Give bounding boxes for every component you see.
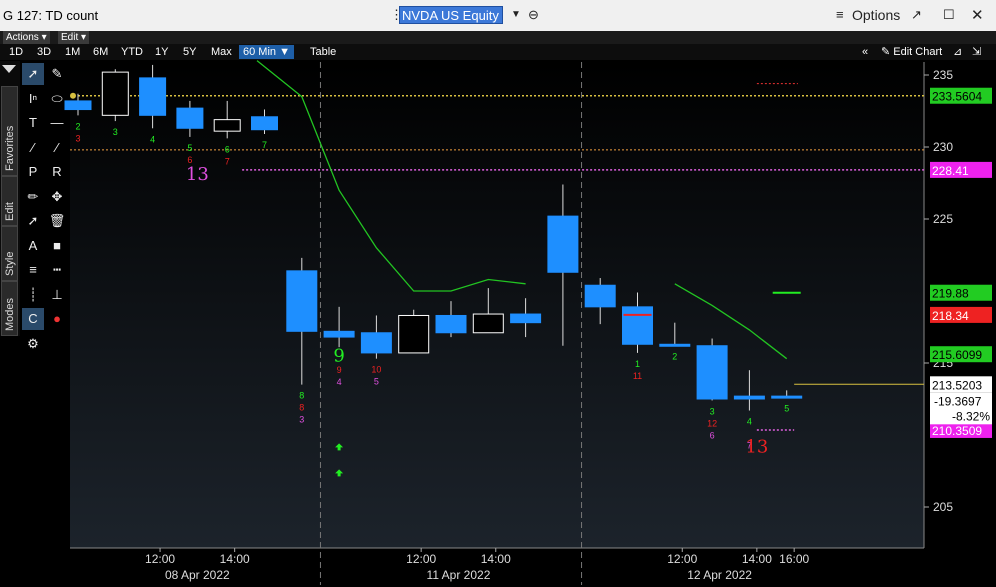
y-tick-label: 235	[933, 68, 953, 82]
x-tick-label: 16:00	[779, 552, 809, 566]
candle-body	[584, 284, 616, 308]
td-count: 10	[371, 365, 381, 375]
x-tick-label: 12:00	[145, 552, 175, 566]
td-count-major: 13	[745, 436, 768, 457]
date-label: 08 Apr 2022	[165, 568, 230, 582]
candle-body	[510, 313, 542, 324]
date-label: 12 Apr 2022	[687, 568, 752, 582]
td-count: 2	[75, 121, 80, 131]
td-count: 7	[262, 140, 267, 150]
td-count: 8	[299, 391, 304, 401]
td-count: 5	[784, 404, 789, 414]
td-count: 9	[337, 365, 342, 375]
td-count: 3	[113, 127, 118, 137]
date-label: 11 Apr 2022	[427, 568, 491, 582]
candle-body	[176, 107, 204, 129]
candle-body	[472, 313, 504, 334]
x-tick-label: 12:00	[406, 552, 436, 566]
price-chart[interactable]: 23523022521520512:00 14:00 12:00 14:00 12:00…	[0, 0, 996, 587]
candle-body	[547, 215, 579, 273]
td-count: 6	[710, 430, 715, 440]
x-tick-label: 12:00	[667, 552, 697, 566]
plot-area	[70, 62, 924, 548]
candle-body	[251, 116, 278, 131]
td-count: 1	[635, 359, 640, 369]
price-axis	[924, 62, 996, 548]
change-abs: -19.3697	[934, 394, 982, 408]
td-count: 7	[225, 156, 230, 166]
td-count: 5	[187, 143, 192, 153]
candle-body	[139, 77, 167, 116]
candle-body	[286, 270, 318, 332]
td-count: 3	[710, 406, 715, 416]
y-tick-label: 205	[933, 500, 953, 514]
td-count-major: 9	[333, 346, 344, 367]
price-label: 213.5203	[932, 378, 982, 392]
td-count: 2	[672, 352, 677, 362]
candle-body	[360, 332, 392, 354]
candle-body	[771, 395, 803, 399]
price-label: 219.88	[932, 287, 969, 301]
td-count: 12	[707, 418, 717, 428]
td-count: 8	[299, 403, 304, 413]
x-tick-label: 14:00	[481, 552, 511, 566]
price-label: 210.3509	[932, 424, 982, 438]
td-count: 4	[747, 417, 752, 427]
td-count: 3	[299, 415, 304, 425]
x-tick-label: 14:00	[220, 552, 250, 566]
candle-body	[101, 71, 129, 116]
candle-body	[213, 119, 241, 132]
candle-body	[64, 100, 92, 111]
candle-body	[659, 343, 691, 347]
change-pct: -8.32%	[952, 409, 990, 423]
candle-body	[696, 345, 728, 400]
candle-body	[323, 330, 355, 338]
candle-body	[398, 314, 430, 354]
candle-body	[622, 306, 653, 345]
y-tick-label: 230	[933, 140, 953, 154]
candle-body	[733, 395, 765, 400]
price-label: 218.34	[932, 309, 969, 323]
price-label: 228.41	[932, 164, 969, 178]
price-label: 215.6099	[932, 348, 982, 362]
td-count-major: 13	[186, 164, 209, 185]
td-count: 4	[150, 134, 155, 144]
y-tick-label: 225	[933, 212, 953, 226]
x-tick-label: 14:00	[742, 552, 772, 566]
td-count: 6	[225, 144, 230, 154]
candle-body	[435, 314, 467, 334]
cursor-dot	[70, 92, 76, 99]
td-count: 3	[75, 133, 80, 143]
td-count: 4	[337, 377, 342, 387]
price-label: 233.5604	[932, 90, 982, 104]
td-count: 5	[374, 377, 379, 387]
td-count: 11	[633, 371, 642, 381]
